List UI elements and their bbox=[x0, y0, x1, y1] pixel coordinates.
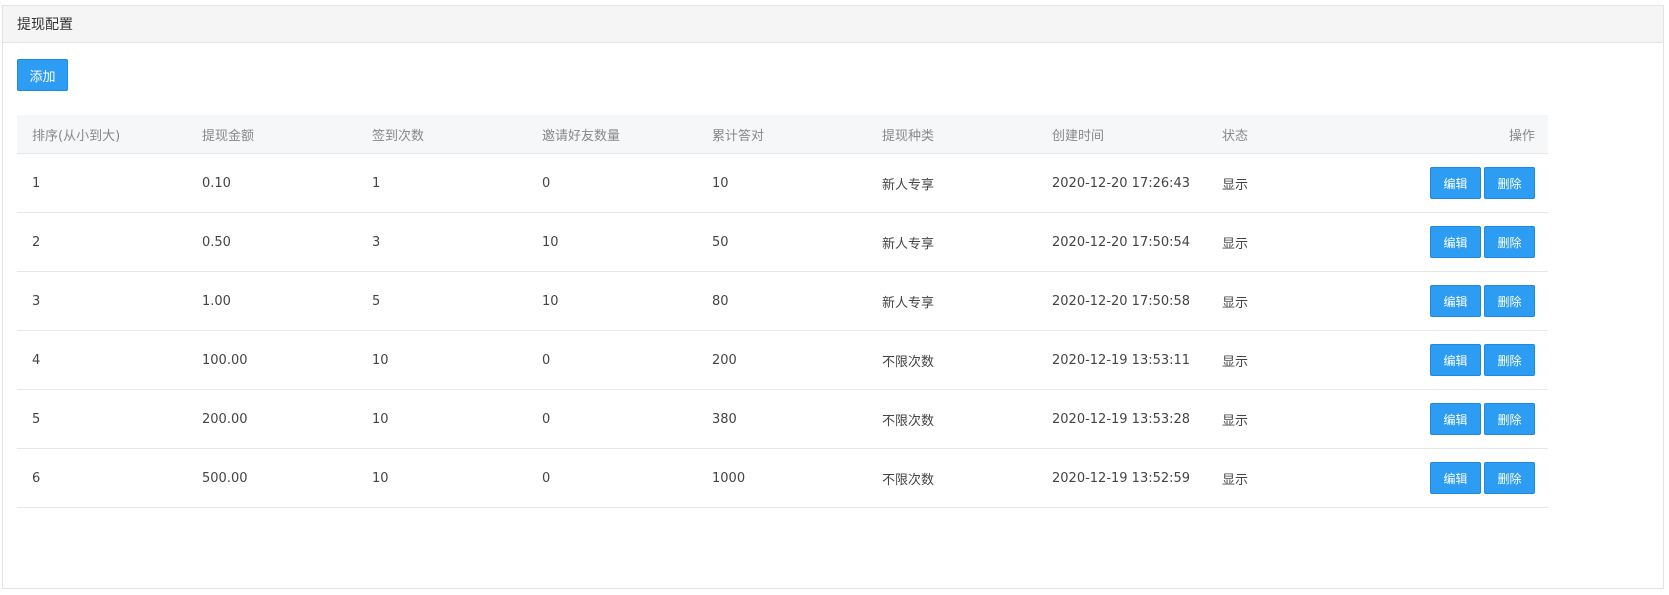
sort-cell: 3 bbox=[32, 293, 41, 309]
column-header-invites: 邀请好友数量 bbox=[542, 128, 621, 144]
column-header-actions: 操作 bbox=[1508, 128, 1535, 144]
delete-button[interactable]: 删除 bbox=[1484, 344, 1535, 376]
created-cell: 2020-12-20 17:26:43 bbox=[1052, 175, 1191, 191]
column-header-status: 状态 bbox=[1222, 128, 1249, 144]
status-cell: 显示 bbox=[1222, 354, 1249, 370]
checkins-cell: 10 bbox=[372, 470, 389, 486]
actions-cell: 编辑 删除 bbox=[1377, 403, 1548, 435]
actions-cell: 编辑 删除 bbox=[1377, 285, 1548, 317]
invites-cell: 10 bbox=[542, 234, 559, 250]
table-row: 6 500.00 10 0 1000 不限次数 2020-12-19 13:52:59 显示 编… bbox=[17, 449, 1548, 508]
column-header-created: 创建时间 bbox=[1052, 128, 1105, 144]
actions-cell: 编辑 删除 bbox=[1377, 462, 1548, 494]
correct-answers-cell: 80 bbox=[712, 293, 729, 309]
checkins-cell: 10 bbox=[372, 411, 389, 427]
withdraw-config-panel: 提现配置 添加 排序(从小到大) 提现金额 签到次数 邀请好友数量 累计答对 提… bbox=[2, 5, 1664, 589]
type-cell: 不限次数 bbox=[882, 472, 935, 488]
amount-cell: 0.50 bbox=[202, 234, 231, 250]
edit-button[interactable]: 编辑 bbox=[1430, 226, 1481, 258]
delete-button[interactable]: 删除 bbox=[1484, 462, 1535, 494]
correct-answers-cell: 200 bbox=[712, 352, 737, 368]
table-body: 1 0.10 1 0 10 新人专享 2020-12-20 17:26:43 显示 编辑 删除 2 0… bbox=[17, 154, 1548, 508]
delete-button[interactable]: 删除 bbox=[1484, 226, 1535, 258]
invites-cell: 10 bbox=[542, 293, 559, 309]
delete-button[interactable]: 删除 bbox=[1484, 167, 1535, 199]
delete-button[interactable]: 删除 bbox=[1484, 403, 1535, 435]
edit-button[interactable]: 编辑 bbox=[1430, 344, 1481, 376]
sort-cell: 1 bbox=[32, 175, 41, 191]
checkins-cell: 3 bbox=[372, 234, 381, 250]
amount-cell: 500.00 bbox=[202, 470, 248, 486]
created-cell: 2020-12-19 13:53:11 bbox=[1052, 352, 1191, 368]
table-header: 排序(从小到大) 提现金额 签到次数 邀请好友数量 累计答对 提现种类 创建时间… bbox=[17, 115, 1548, 154]
created-cell: 2020-12-20 17:50:54 bbox=[1052, 234, 1191, 250]
sort-cell: 5 bbox=[32, 411, 41, 427]
table-row: 1 0.10 1 0 10 新人专享 2020-12-20 17:26:43 显示 编辑 删除 bbox=[17, 154, 1548, 213]
status-cell: 显示 bbox=[1222, 177, 1249, 193]
table-row: 3 1.00 5 10 80 新人专享 2020-12-20 17:50:58 显示 编辑 删除 bbox=[17, 272, 1548, 331]
column-header-checkins: 签到次数 bbox=[372, 128, 425, 144]
invites-cell: 0 bbox=[542, 175, 551, 191]
status-cell: 显示 bbox=[1222, 472, 1249, 488]
checkins-cell: 10 bbox=[372, 352, 389, 368]
type-cell: 新人专享 bbox=[882, 236, 935, 252]
column-header-correct-answers: 累计答对 bbox=[712, 128, 765, 144]
actions-cell: 编辑 删除 bbox=[1377, 167, 1548, 199]
panel-title: 提现配置 bbox=[17, 17, 73, 33]
add-button[interactable]: 添加 bbox=[17, 59, 68, 91]
panel-header: 提现配置 bbox=[3, 6, 1663, 43]
correct-answers-cell: 1000 bbox=[712, 470, 746, 486]
created-cell: 2020-12-20 17:50:58 bbox=[1052, 293, 1191, 309]
table-row: 5 200.00 10 0 380 不限次数 2020-12-19 13:53:28 显示 编辑… bbox=[17, 390, 1548, 449]
column-header-sort: 排序(从小到大) bbox=[32, 128, 121, 144]
invites-cell: 0 bbox=[542, 470, 551, 486]
status-cell: 显示 bbox=[1222, 236, 1249, 252]
edit-button[interactable]: 编辑 bbox=[1430, 403, 1481, 435]
amount-cell: 100.00 bbox=[202, 352, 248, 368]
withdraw-config-table: 排序(从小到大) 提现金额 签到次数 邀请好友数量 累计答对 提现种类 创建时间… bbox=[17, 115, 1548, 508]
edit-button[interactable]: 编辑 bbox=[1430, 167, 1481, 199]
sort-cell: 6 bbox=[32, 470, 41, 486]
correct-answers-cell: 10 bbox=[712, 175, 729, 191]
correct-answers-cell: 380 bbox=[712, 411, 737, 427]
actions-cell: 编辑 删除 bbox=[1377, 344, 1548, 376]
checkins-cell: 1 bbox=[372, 175, 381, 191]
column-header-type: 提现种类 bbox=[882, 128, 935, 144]
amount-cell: 1.00 bbox=[202, 293, 231, 309]
table-row: 2 0.50 3 10 50 新人专享 2020-12-20 17:50:54 显示 编辑 删除 bbox=[17, 213, 1548, 272]
edit-button[interactable]: 编辑 bbox=[1430, 462, 1481, 494]
actions-cell: 编辑 删除 bbox=[1377, 226, 1548, 258]
sort-cell: 2 bbox=[32, 234, 41, 250]
invites-cell: 0 bbox=[542, 352, 551, 368]
invites-cell: 0 bbox=[542, 411, 551, 427]
amount-cell: 200.00 bbox=[202, 411, 248, 427]
created-cell: 2020-12-19 13:52:59 bbox=[1052, 470, 1191, 486]
sort-cell: 4 bbox=[32, 352, 41, 368]
correct-answers-cell: 50 bbox=[712, 234, 729, 250]
status-cell: 显示 bbox=[1222, 295, 1249, 311]
type-cell: 不限次数 bbox=[882, 413, 935, 429]
checkins-cell: 5 bbox=[372, 293, 381, 309]
column-header-amount: 提现金额 bbox=[202, 128, 255, 144]
edit-button[interactable]: 编辑 bbox=[1430, 285, 1481, 317]
type-cell: 不限次数 bbox=[882, 354, 935, 370]
type-cell: 新人专享 bbox=[882, 295, 935, 311]
type-cell: 新人专享 bbox=[882, 177, 935, 193]
table-row: 4 100.00 10 0 200 不限次数 2020-12-19 13:53:11 显示 编辑… bbox=[17, 331, 1548, 390]
status-cell: 显示 bbox=[1222, 413, 1249, 429]
created-cell: 2020-12-19 13:53:28 bbox=[1052, 411, 1191, 427]
delete-button[interactable]: 删除 bbox=[1484, 285, 1535, 317]
amount-cell: 0.10 bbox=[202, 175, 231, 191]
